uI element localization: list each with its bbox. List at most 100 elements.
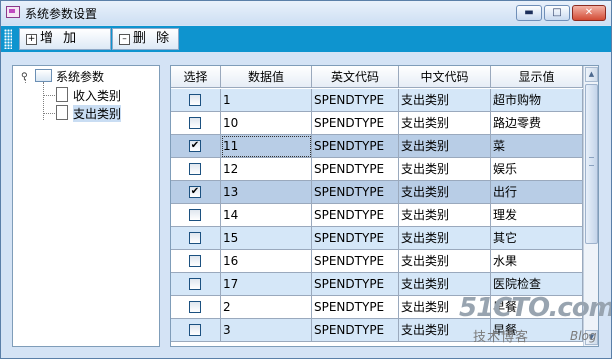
checkbox[interactable] — [189, 232, 201, 244]
table-cell[interactable]: 支出类别 — [399, 227, 491, 250]
table-cell[interactable]: 11 — [221, 135, 312, 158]
table-cell[interactable]: SPENDTYPE — [312, 135, 399, 158]
select-cell: ✔ — [171, 181, 221, 204]
column-header[interactable]: 英文代码 — [312, 66, 399, 88]
table-cell[interactable]: 理发 — [491, 204, 583, 227]
tree-item-label: 支出类别 — [73, 105, 122, 122]
select-cell — [171, 204, 221, 227]
table-cell[interactable]: 支出类别 — [399, 112, 491, 135]
table-cell[interactable]: 10 — [221, 112, 312, 135]
column-header[interactable]: 选择 — [171, 66, 221, 88]
table-cell[interactable]: 支出类别 — [399, 89, 491, 112]
maximize-icon: □ — [552, 7, 562, 18]
table-cell[interactable]: 12 — [221, 158, 312, 181]
tree-collapse-icon[interactable]: ⚲ — [21, 73, 29, 82]
table-cell[interactable]: SPENDTYPE — [312, 158, 399, 181]
table-cell[interactable]: 支出类别 — [399, 181, 491, 204]
table-cell[interactable]: SPENDTYPE — [312, 227, 399, 250]
checkbox[interactable] — [189, 278, 201, 290]
tree-root-label: 系统参数 — [56, 70, 105, 84]
checkbox[interactable] — [189, 94, 201, 106]
select-cell — [171, 89, 221, 112]
table-cell[interactable]: SPENDTYPE — [312, 181, 399, 204]
tree-item-label: 收入类别 — [73, 89, 122, 103]
maximize-button[interactable]: □ — [544, 5, 570, 21]
watermark: 51CTO.com 技术博客 Blog — [459, 293, 612, 353]
app-icon — [6, 6, 20, 18]
column-header[interactable]: 中文代码 — [399, 66, 491, 88]
table-cell[interactable]: 14 — [221, 204, 312, 227]
checkbox[interactable] — [189, 301, 201, 313]
checkbox[interactable] — [189, 117, 201, 129]
table-cell[interactable]: SPENDTYPE — [312, 204, 399, 227]
checkbox[interactable] — [189, 163, 201, 175]
checkbox[interactable] — [189, 255, 201, 267]
table-cell[interactable]: 支出类别 — [399, 158, 491, 181]
table-cell[interactable]: 15 — [221, 227, 312, 250]
scrollbar-thumb[interactable] — [585, 84, 598, 244]
select-cell — [171, 319, 221, 342]
title-bar[interactable]: 系统参数设置 ▬ □ ✕ — [1, 1, 611, 25]
toolbar-grip[interactable] — [4, 29, 12, 49]
table-cell[interactable]: 2 — [221, 296, 312, 319]
table-cell[interactable]: 娱乐 — [491, 158, 583, 181]
document-icon — [56, 87, 68, 102]
table-cell[interactable]: 支出类别 — [399, 135, 491, 158]
select-cell — [171, 250, 221, 273]
table-cell[interactable]: 3 — [221, 319, 312, 342]
delete-button-label: 删 除 — [133, 31, 173, 46]
column-header[interactable]: 显示值 — [491, 66, 583, 88]
select-cell — [171, 273, 221, 296]
scroll-up-icon[interactable]: ▲ — [585, 67, 598, 82]
tree-connector — [43, 82, 44, 120]
folder-icon — [35, 69, 52, 82]
select-cell — [171, 227, 221, 250]
minus-icon: – — [119, 34, 130, 45]
table-cell[interactable]: SPENDTYPE — [312, 112, 399, 135]
tree-connector — [43, 113, 55, 114]
table-cell[interactable]: 支出类别 — [399, 250, 491, 273]
table-cell[interactable]: 超市购物 — [491, 89, 583, 112]
select-cell — [171, 158, 221, 181]
table-cell[interactable]: 支出类别 — [399, 204, 491, 227]
close-icon: ✕ — [584, 7, 594, 18]
checked-checkbox[interactable]: ✔ — [189, 186, 201, 198]
delete-button[interactable]: – 删 除 — [112, 28, 179, 50]
table-cell[interactable]: 1 — [221, 89, 312, 112]
table-cell[interactable]: 17 — [221, 273, 312, 296]
table-cell[interactable]: 路边零费 — [491, 112, 583, 135]
table-cell[interactable]: 其它 — [491, 227, 583, 250]
close-button[interactable]: ✕ — [572, 5, 606, 21]
tree-connector — [43, 95, 55, 96]
table-cell[interactable]: 13 — [221, 181, 312, 204]
document-icon — [56, 105, 68, 120]
add-button-label: 增 加 — [40, 31, 80, 46]
checkbox[interactable] — [189, 324, 201, 336]
table-cell[interactable]: SPENDTYPE — [312, 296, 399, 319]
window-title: 系统参数设置 — [25, 7, 98, 21]
select-cell — [171, 112, 221, 135]
watermark-logo: 51CTO.com — [459, 293, 612, 323]
minimize-button[interactable]: ▬ — [516, 5, 542, 21]
table-cell[interactable]: SPENDTYPE — [312, 273, 399, 296]
parameter-tree: ⚲ 系统参数 收入类别 支出类别 — [12, 65, 160, 347]
table-cell[interactable]: SPENDTYPE — [312, 319, 399, 342]
main-window: 系统参数设置 ▬ □ ✕ + 增 加 – 删 除 ⚲ 系统参数 收入类别 支出类… — [0, 0, 612, 359]
checked-checkbox[interactable]: ✔ — [189, 140, 201, 152]
table-cell[interactable]: 出行 — [491, 181, 583, 204]
select-cell — [171, 296, 221, 319]
watermark-subtitle: 技术博客 — [473, 330, 530, 345]
table-cell[interactable]: 菜 — [491, 135, 583, 158]
watermark-blog: Blog — [570, 329, 597, 343]
column-header[interactable]: 数据值 — [221, 66, 312, 88]
table-cell[interactable]: SPENDTYPE — [312, 89, 399, 112]
plus-icon: + — [26, 34, 37, 45]
minimize-icon: ▬ — [524, 7, 534, 18]
toolbar: + 增 加 – 删 除 — [1, 26, 611, 52]
table-cell[interactable]: 16 — [221, 250, 312, 273]
checkbox[interactable] — [189, 209, 201, 221]
table-cell[interactable]: 水果 — [491, 250, 583, 273]
table-cell[interactable]: SPENDTYPE — [312, 250, 399, 273]
add-button[interactable]: + 增 加 — [19, 28, 111, 50]
select-cell: ✔ — [171, 135, 221, 158]
